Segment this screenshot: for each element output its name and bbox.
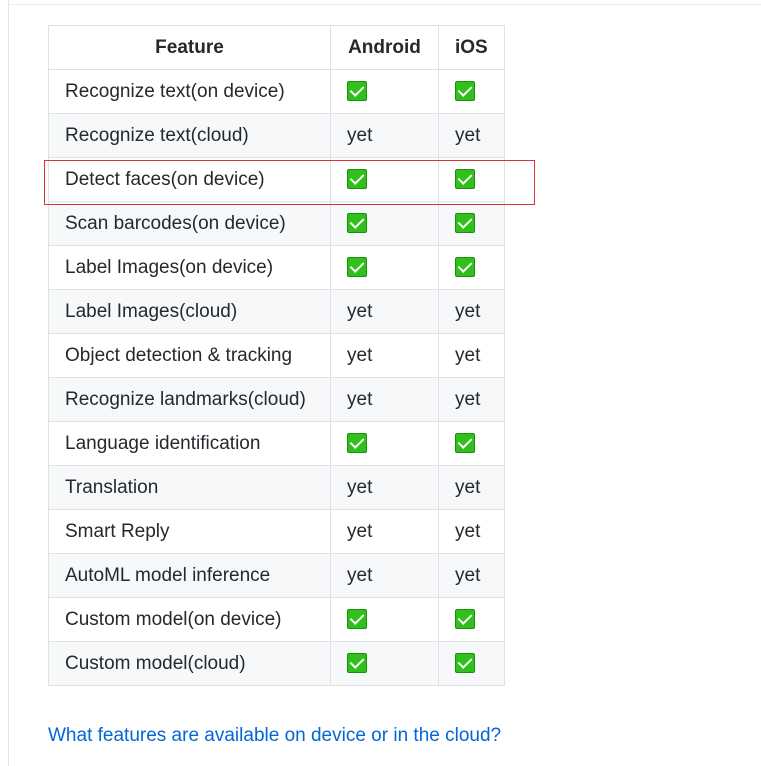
android-support-cell: yet: [330, 289, 439, 334]
table-row: Custom model(on device): [48, 597, 505, 642]
ios-support-cell: [438, 157, 505, 202]
check-mark-icon: [455, 257, 475, 278]
ios-support-cell: [438, 69, 505, 114]
ios-support-cell: [438, 421, 505, 466]
check-mark-icon: [347, 169, 367, 190]
android-support-cell: [330, 597, 439, 642]
android-support-cell: [330, 641, 439, 686]
check-mark-icon: [455, 653, 475, 674]
check-mark-icon: [347, 609, 367, 630]
feature-cell: Label Images(on device): [48, 245, 331, 290]
ios-support-cell: [438, 641, 505, 686]
table-row: Recognize text(on device): [48, 69, 505, 114]
android-support-cell: [330, 69, 439, 114]
check-mark-icon: [455, 609, 475, 630]
check-mark-icon: [455, 433, 475, 454]
ios-support-cell: [438, 201, 505, 246]
check-mark-icon: [347, 653, 367, 674]
ios-support-cell: yet: [438, 289, 505, 334]
android-support-cell: yet: [330, 113, 439, 158]
table-row: Language identification: [48, 421, 505, 466]
ios-support-cell: yet: [438, 377, 505, 422]
feature-cell: Label Images(cloud): [48, 289, 331, 334]
ios-support-cell: yet: [438, 509, 505, 554]
table-row: Label Images(on device): [48, 245, 505, 290]
header-ios: iOS: [438, 25, 505, 70]
content-left-border: [8, 0, 9, 766]
android-support-cell: [330, 157, 439, 202]
feature-cell: Recognize landmarks(cloud): [48, 377, 331, 422]
android-support-cell: [330, 201, 439, 246]
ios-support-cell: [438, 597, 505, 642]
ios-support-cell: yet: [438, 113, 505, 158]
android-support-cell: yet: [330, 333, 439, 378]
table-row: Scan barcodes(on device): [48, 201, 505, 246]
feature-cell: Custom model(on device): [48, 597, 331, 642]
ios-support-cell: [438, 245, 505, 290]
android-support-cell: yet: [330, 377, 439, 422]
feature-cell: Smart Reply: [48, 509, 331, 554]
feature-cell: Recognize text(on device): [48, 69, 331, 114]
feature-cell: Custom model(cloud): [48, 641, 331, 686]
feature-cell: Recognize text(cloud): [48, 113, 331, 158]
header-android: Android: [330, 25, 439, 70]
check-mark-icon: [347, 433, 367, 454]
android-support-cell: yet: [330, 553, 439, 598]
feature-cell: AutoML model inference: [48, 553, 331, 598]
feature-cell: Translation: [48, 465, 331, 510]
table-row: Label Images(cloud) yet yet: [48, 289, 505, 334]
android-support-cell: [330, 421, 439, 466]
ios-support-cell: yet: [438, 333, 505, 378]
content-top-border: [8, 4, 761, 5]
android-support-cell: [330, 245, 439, 290]
table-row: Recognize text(cloud) yet yet: [48, 113, 505, 158]
table-row: Custom model(cloud): [48, 641, 505, 686]
feature-cell: Detect faces(on device): [48, 157, 331, 202]
table-row: AutoML model inference yet yet: [48, 553, 505, 598]
check-mark-icon: [347, 213, 367, 234]
feature-cell: Scan barcodes(on device): [48, 201, 331, 246]
ios-support-cell: yet: [438, 553, 505, 598]
android-support-cell: yet: [330, 465, 439, 510]
check-mark-icon: [455, 169, 475, 190]
table-row: Detect faces(on device): [48, 157, 505, 202]
check-mark-icon: [347, 257, 367, 278]
feature-support-table: Feature Android iOS Recognize text(on de…: [48, 25, 505, 686]
faq-link-device-or-cloud[interactable]: What features are available on device or…: [48, 725, 501, 747]
table-row: Object detection & tracking yet yet: [48, 333, 505, 378]
check-mark-icon: [455, 81, 475, 102]
table-row: Smart Reply yet yet: [48, 509, 505, 554]
header-feature: Feature: [48, 25, 331, 70]
feature-cell: Language identification: [48, 421, 331, 466]
table-body: Recognize text(on device) Recognize text(…: [48, 69, 505, 686]
check-mark-icon: [455, 213, 475, 234]
feature-cell: Object detection & tracking: [48, 333, 331, 378]
table-row: Recognize landmarks(cloud) yet yet: [48, 377, 505, 422]
table-row: Translation yet yet: [48, 465, 505, 510]
ios-support-cell: yet: [438, 465, 505, 510]
android-support-cell: yet: [330, 509, 439, 554]
table-header-row: Feature Android iOS: [48, 25, 505, 70]
check-mark-icon: [347, 81, 367, 102]
